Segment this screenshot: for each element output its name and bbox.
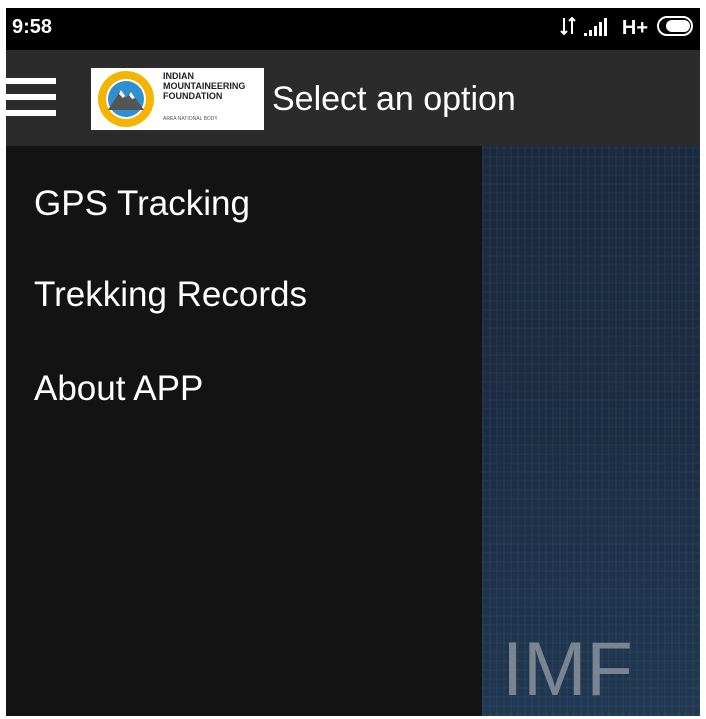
data-transfer-icon bbox=[560, 16, 576, 41]
hamburger-menu-icon[interactable] bbox=[6, 78, 56, 120]
toolbar: INDIAN MOUNTAINEERING FOUNDATION AREA NA… bbox=[6, 50, 700, 146]
imf-logo: INDIAN MOUNTAINEERING FOUNDATION AREA NA… bbox=[91, 68, 264, 130]
battery-icon bbox=[656, 15, 696, 42]
navigation-drawer: GPS Tracking Trekking Records About APP bbox=[6, 146, 482, 716]
toolbar-title: Select an option bbox=[272, 80, 516, 118]
logo-subtext: AREA NATIONAL BODY bbox=[163, 116, 218, 122]
drawer-item-about-app[interactable]: About APP bbox=[34, 369, 203, 409]
app-screen: 9:58 H+ INDIAN MOUNTAINEERING FOUNDATION… bbox=[6, 8, 700, 716]
logo-line-2: MOUNTAINEERING bbox=[163, 81, 246, 91]
status-icons: H+ bbox=[560, 15, 696, 42]
logo-text: INDIAN MOUNTAINEERING FOUNDATION bbox=[163, 71, 245, 101]
logo-line-3: FOUNDATION bbox=[163, 91, 223, 101]
logo-emblem-icon bbox=[98, 71, 154, 127]
background-imf-text: IMF bbox=[502, 627, 633, 712]
background-panel: IMF bbox=[482, 146, 700, 716]
signal-icon bbox=[583, 16, 614, 41]
status-time: 9:58 bbox=[12, 16, 53, 38]
network-type: H+ bbox=[621, 16, 648, 39]
status-bar: 9:58 H+ bbox=[6, 8, 700, 50]
logo-line-1: INDIAN bbox=[163, 71, 194, 81]
drawer-item-trekking-records[interactable]: Trekking Records bbox=[34, 275, 307, 315]
drawer-item-gps-tracking[interactable]: GPS Tracking bbox=[34, 184, 250, 224]
